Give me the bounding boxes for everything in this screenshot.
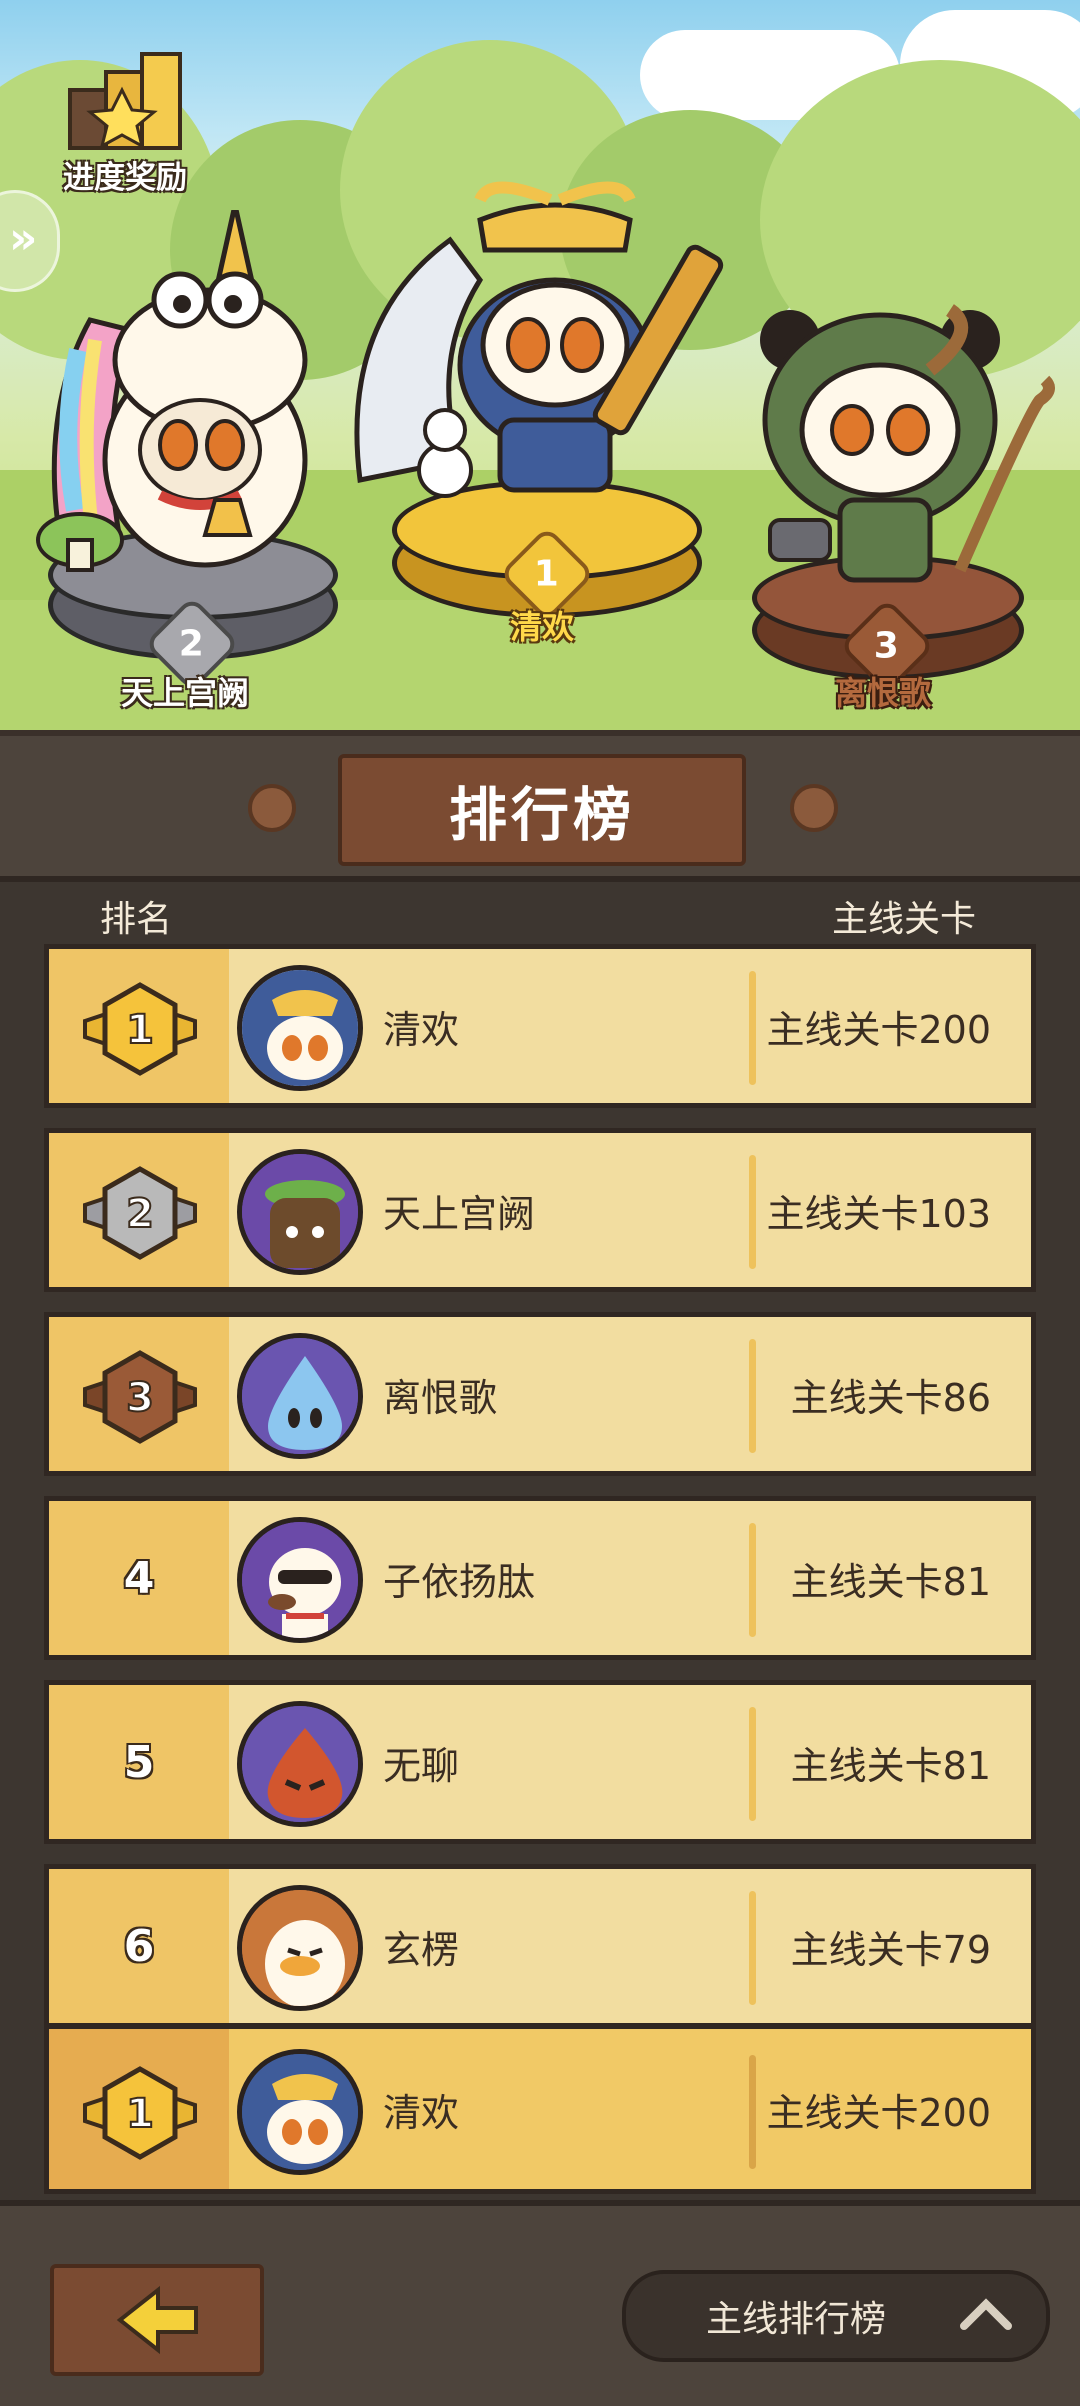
- samurai-avatar-icon: [242, 2054, 358, 2170]
- divider: [749, 971, 756, 1085]
- stump-avatar-icon: [242, 1154, 358, 1270]
- player-name: 清欢: [383, 2090, 460, 2135]
- duck-avatar-icon: [242, 1890, 358, 2006]
- gold-medal-icon: 1: [83, 2066, 197, 2160]
- rank-cell: 4: [49, 1501, 229, 1655]
- leaderboard-row[interactable]: 6 玄楞 主线关卡79: [44, 1864, 1036, 2028]
- medal-rank-text: 1: [126, 2091, 154, 2137]
- rank-cell: 3: [49, 1317, 229, 1471]
- ranger-monkey-character: [760, 304, 1055, 583]
- divider: [749, 1523, 756, 1637]
- back-button[interactable]: [50, 2264, 264, 2376]
- rank-cell: 5: [49, 1685, 229, 1839]
- column-header-score: 主线关卡: [831, 899, 976, 940]
- samurai-character: [354, 181, 724, 498]
- alpaca-avatar-icon: [242, 1522, 358, 1638]
- medal-rank-text: 1: [126, 1007, 154, 1053]
- fire-slime-avatar-icon: [242, 1706, 358, 1822]
- player-name: 离恨歌: [383, 1375, 498, 1420]
- medal-rank-text: 2: [126, 1191, 154, 1237]
- avatar[interactable]: [237, 965, 363, 1091]
- footer-bar: 主线排行榜: [0, 2200, 1080, 2406]
- rank-cell: 1: [49, 949, 229, 1103]
- avatar[interactable]: [237, 1885, 363, 2011]
- rank-cell: 2: [49, 1133, 229, 1287]
- rank-cell: 1: [49, 2029, 229, 2189]
- page-title: 排行榜: [448, 781, 635, 849]
- leaderboard-switch-label: 主线排行榜: [706, 2299, 887, 2340]
- nail-decoration: [248, 784, 296, 832]
- podium-name-1: 清欢: [509, 608, 574, 646]
- samurai-avatar-icon: [242, 970, 358, 1086]
- title-plank: 排行榜: [338, 754, 746, 866]
- player-name: 天上宫阙: [383, 1191, 536, 1236]
- progress-reward-button[interactable]: 进度奖励: [40, 50, 210, 200]
- leaderboard-row[interactable]: 2 天上宫阙 主线关卡103: [44, 1128, 1036, 1292]
- player-name: 无聊: [383, 1743, 460, 1788]
- medal-rank-text: 3: [126, 1375, 154, 1421]
- rank-cell: 6: [49, 1869, 229, 2023]
- player-score: 主线关卡86: [790, 1375, 991, 1420]
- podium-name-3: 离恨歌: [834, 674, 931, 712]
- silver-medal-icon: 2: [83, 1166, 197, 1260]
- player-name: 玄楞: [383, 1927, 460, 1972]
- water-slime-avatar-icon: [242, 1338, 358, 1454]
- player-name: 子依扬肽: [383, 1559, 536, 1604]
- podium-name-2: 天上宫阙: [120, 674, 249, 712]
- divider: [749, 2055, 756, 2169]
- player-score: 主线关卡200: [766, 1007, 991, 1052]
- divider: [749, 1155, 756, 1269]
- leaderboard-row[interactable]: 1 清欢 主线关卡200: [44, 944, 1036, 1108]
- leaderboard-header: 排行榜: [0, 730, 1080, 882]
- avatar[interactable]: [237, 1333, 363, 1459]
- player-score: 主线关卡81: [790, 1743, 991, 1788]
- divider: [749, 1339, 756, 1453]
- progress-reward-label: 进度奖励: [63, 160, 187, 196]
- player-score: 主线关卡81: [790, 1559, 991, 1604]
- leaderboard-row[interactable]: 4 子依扬肽 主线关卡81: [44, 1496, 1036, 1660]
- rank-number: 6: [123, 1920, 155, 1972]
- avatar[interactable]: [237, 1517, 363, 1643]
- rank-number: 5: [123, 1736, 155, 1788]
- unicorn-character: [36, 210, 308, 572]
- chevron-up-icon: [960, 2298, 1012, 2330]
- gold-medal-icon: 1: [83, 982, 197, 1076]
- podium-scene: 进度奖励 » 2 天上宫阙 1 清欢 3 离恨歌: [0, 0, 1080, 730]
- leaderboard-row[interactable]: 3 离恨歌 主线关卡86: [44, 1312, 1036, 1476]
- divider: [749, 1891, 756, 2005]
- bronze-medal-icon: 3: [83, 1350, 197, 1444]
- column-header-rank: 排名: [100, 899, 173, 940]
- avatar[interactable]: [237, 1149, 363, 1275]
- player-name: 清欢: [383, 1007, 460, 1052]
- my-rank-row[interactable]: 1 清欢 主线关卡200: [44, 2024, 1036, 2194]
- player-score: 主线关卡79: [790, 1927, 991, 1972]
- leaderboard-row[interactable]: 5 无聊 主线关卡81: [44, 1680, 1036, 1844]
- player-score: 主线关卡200: [766, 2090, 991, 2135]
- divider: [749, 1707, 756, 1821]
- nail-decoration: [790, 784, 838, 832]
- avatar[interactable]: [237, 1701, 363, 1827]
- avatar[interactable]: [237, 2049, 363, 2175]
- leaderboard-switch-button[interactable]: 主线排行榜: [622, 2270, 1050, 2362]
- player-score: 主线关卡103: [766, 1191, 991, 1236]
- back-arrow-icon: [116, 2285, 198, 2355]
- rank-number: 4: [123, 1552, 155, 1604]
- trophy-stairs-icon: [68, 52, 182, 150]
